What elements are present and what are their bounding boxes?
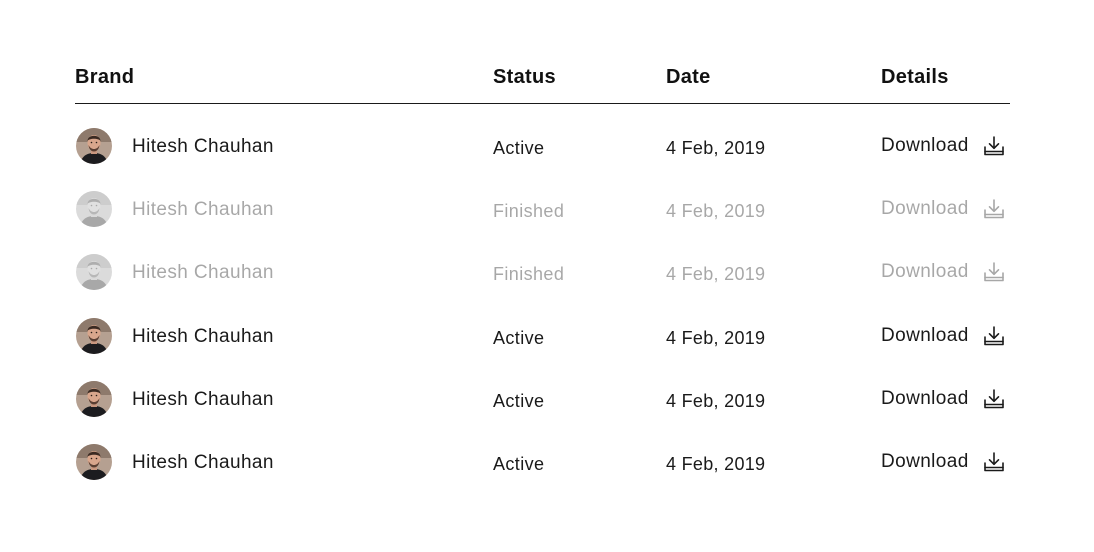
avatar [76, 318, 112, 354]
brand-table: Brand Status Date Details Hitesh Chauhan… [75, 0, 1010, 480]
status-text: Active [493, 138, 545, 158]
date-text: 4 Feb, 2019 [666, 391, 766, 411]
avatar [76, 444, 112, 480]
table-row: Hitesh Chauhan Active 4 Feb, 2019 Downlo… [75, 444, 1010, 484]
date-text: 4 Feb, 2019 [666, 328, 766, 348]
brand-name: Hitesh Chauhan [132, 452, 274, 473]
table-row: Hitesh Chauhan Finished 4 Feb, 2019 Down… [75, 191, 1010, 231]
download-label: Download [881, 388, 969, 409]
table-row: Hitesh Chauhan Active 4 Feb, 2019 Downlo… [75, 128, 1010, 168]
brand-name: Hitesh Chauhan [132, 262, 274, 283]
download-icon[interactable] [983, 451, 1005, 473]
download-icon[interactable] [983, 135, 1005, 157]
download-button[interactable]: Download [881, 387, 1005, 411]
header-details: Details [881, 66, 949, 88]
status-text: Active [493, 454, 545, 474]
header-brand: Brand [75, 66, 135, 88]
avatar [76, 381, 112, 417]
status-text: Finished [493, 201, 565, 221]
table-row: Hitesh Chauhan Finished 4 Feb, 2019 Down… [75, 254, 1010, 294]
status-text: Active [493, 391, 545, 411]
table-header: Brand Status Date Details [75, 0, 1010, 104]
download-icon[interactable] [983, 261, 1005, 283]
header-date: Date [666, 66, 711, 88]
download-button[interactable]: Download [881, 134, 1005, 158]
brand-name: Hitesh Chauhan [132, 199, 274, 220]
brand-name: Hitesh Chauhan [132, 326, 274, 347]
brand-name: Hitesh Chauhan [132, 389, 274, 410]
date-text: 4 Feb, 2019 [666, 201, 766, 221]
download-label: Download [881, 198, 969, 219]
avatar [76, 191, 112, 227]
status-text: Finished [493, 264, 565, 284]
table-row: Hitesh Chauhan Active 4 Feb, 2019 Downlo… [75, 381, 1010, 421]
date-text: 4 Feb, 2019 [666, 454, 766, 474]
download-label: Download [881, 451, 969, 472]
avatar [76, 128, 112, 164]
download-label: Download [881, 261, 969, 282]
avatar [76, 254, 112, 290]
download-icon[interactable] [983, 198, 1005, 220]
download-button[interactable]: Download [881, 197, 1005, 221]
download-icon[interactable] [983, 325, 1005, 347]
download-button[interactable]: Download [881, 450, 1005, 474]
header-status: Status [493, 66, 556, 88]
download-label: Download [881, 325, 969, 346]
status-text: Active [493, 328, 545, 348]
date-text: 4 Feb, 2019 [666, 138, 766, 158]
download-label: Download [881, 135, 969, 156]
date-text: 4 Feb, 2019 [666, 264, 766, 284]
download-icon[interactable] [983, 388, 1005, 410]
download-button[interactable]: Download [881, 324, 1005, 348]
brand-name: Hitesh Chauhan [132, 136, 274, 157]
download-button[interactable]: Download [881, 260, 1005, 284]
table-row: Hitesh Chauhan Active 4 Feb, 2019 Downlo… [75, 318, 1010, 358]
